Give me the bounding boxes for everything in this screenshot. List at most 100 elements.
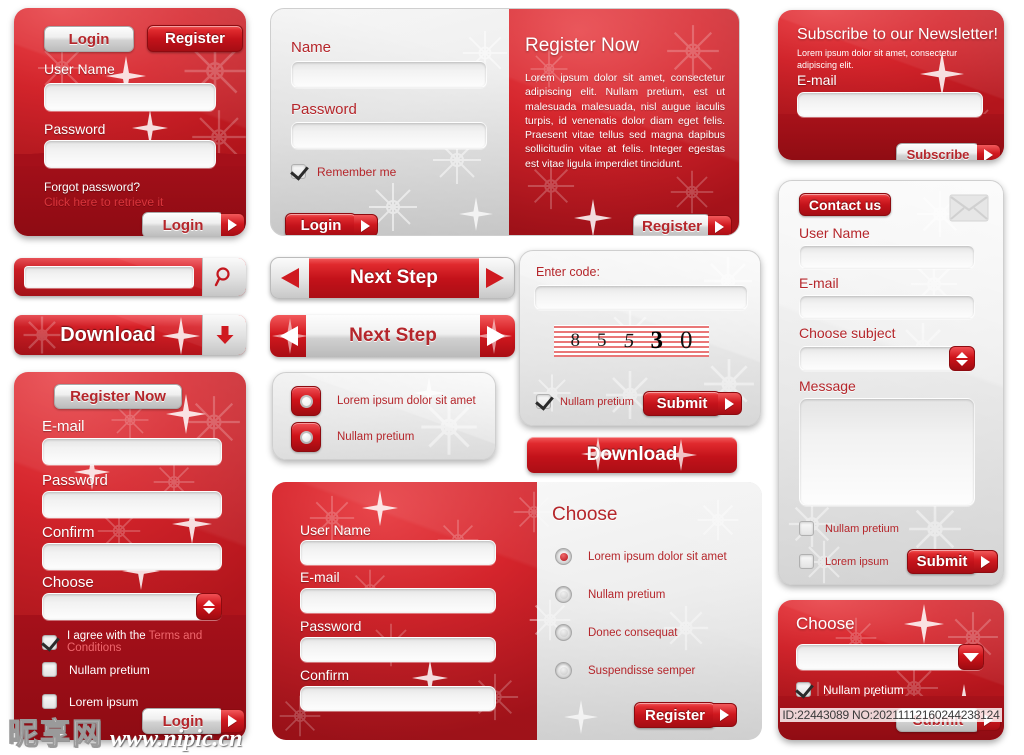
password-input[interactable] bbox=[44, 140, 216, 168]
contact-submit-button[interactable]: Submit bbox=[907, 549, 998, 574]
email-input[interactable] bbox=[42, 438, 222, 465]
email-input[interactable] bbox=[797, 92, 983, 117]
register-button[interactable]: Register bbox=[633, 214, 732, 235]
search-input[interactable] bbox=[24, 266, 194, 288]
agree-terms-checkbox[interactable] bbox=[42, 634, 57, 650]
radio-button-option-1[interactable] bbox=[555, 548, 572, 565]
arrow-right-icon[interactable] bbox=[708, 215, 732, 235]
lorem-ipsum-checkbox[interactable] bbox=[42, 694, 57, 709]
confirm-input[interactable] bbox=[42, 543, 222, 570]
choose-option-row[interactable]: Suspendisse semper bbox=[555, 662, 695, 679]
radio-button-option-2[interactable] bbox=[291, 422, 321, 452]
email-label: E-mail bbox=[42, 418, 85, 435]
agree-terms-label: I agree with the Terms and Conditions bbox=[67, 630, 203, 654]
select-stepper-icon[interactable] bbox=[949, 346, 975, 371]
download-bar[interactable]: Download bbox=[14, 315, 246, 355]
subject-select[interactable] bbox=[799, 346, 975, 371]
password-input[interactable] bbox=[42, 491, 222, 518]
watermark-url-text: www.nipic.cn bbox=[110, 726, 243, 752]
captcha-digit: 5 bbox=[622, 329, 636, 352]
radio-button-option-2[interactable] bbox=[555, 586, 572, 603]
name-input[interactable] bbox=[291, 61, 487, 88]
username-input[interactable] bbox=[799, 245, 975, 269]
username-input[interactable] bbox=[44, 83, 216, 111]
remember-me-checkbox[interactable] bbox=[291, 164, 306, 179]
register-wide-button[interactable]: Register bbox=[634, 702, 737, 728]
arrow-right-icon[interactable] bbox=[977, 144, 1001, 160]
arrow-right-icon[interactable] bbox=[974, 550, 998, 573]
password-input[interactable] bbox=[300, 637, 496, 662]
next-button[interactable] bbox=[484, 258, 506, 298]
retrieve-password-link[interactable]: Click here to retrieve it bbox=[44, 195, 163, 209]
next-step-silver-bar: Next Step bbox=[270, 315, 515, 357]
radio-button-option-3[interactable] bbox=[555, 624, 572, 641]
email-input[interactable] bbox=[799, 295, 975, 319]
message-textarea[interactable] bbox=[799, 398, 975, 506]
radio-button-option-1[interactable] bbox=[291, 386, 321, 416]
download-label: Download bbox=[60, 323, 156, 346]
choose-option-row[interactable]: Donec consequat bbox=[555, 624, 678, 641]
lorem-ipsum-label: Lorem ipsum bbox=[825, 555, 889, 568]
lorem-ipsum-checkbox[interactable] bbox=[799, 554, 814, 569]
choose-option-row[interactable]: Lorem ipsum dolor sit amet bbox=[555, 548, 727, 565]
next-step-label[interactable]: Next Step bbox=[309, 258, 479, 298]
captcha-title: Enter code: bbox=[536, 265, 600, 279]
nullam-pretium-row[interactable]: Nullam pretium bbox=[796, 682, 904, 697]
search-bar bbox=[14, 258, 246, 296]
nullam-pretium-row[interactable]: Nullam pretium bbox=[42, 662, 150, 677]
arrow-right-icon[interactable] bbox=[221, 213, 245, 236]
nullam-pretium-label: Nullam pretium bbox=[825, 522, 899, 535]
password-label: Password bbox=[42, 472, 108, 489]
radio-option-row[interactable]: Nullam pretium bbox=[291, 422, 414, 452]
confirm-input[interactable] bbox=[300, 686, 496, 711]
captcha-input[interactable] bbox=[534, 285, 748, 310]
password-input[interactable] bbox=[291, 122, 487, 149]
login-submit-button[interactable]: Login bbox=[142, 212, 245, 236]
choose-select[interactable] bbox=[796, 644, 984, 670]
chevron-down-icon[interactable] bbox=[958, 644, 984, 670]
nullam-pretium-checkbox[interactable] bbox=[42, 662, 57, 677]
prev-button[interactable] bbox=[279, 258, 301, 298]
select-stepper-icon[interactable] bbox=[196, 593, 222, 620]
captcha-submit-button[interactable]: Submit bbox=[643, 391, 742, 416]
nullam-pretium-checkbox[interactable] bbox=[799, 521, 814, 536]
choose-select[interactable] bbox=[42, 593, 222, 620]
arrow-right-icon[interactable] bbox=[718, 392, 742, 415]
password-label: Password bbox=[291, 101, 357, 118]
tab-register[interactable]: Register bbox=[147, 25, 243, 52]
arrow-right-icon[interactable] bbox=[354, 214, 378, 235]
agree-terms-row[interactable]: I agree with the Terms and Conditions bbox=[42, 630, 246, 654]
choose-title: Choose bbox=[796, 614, 855, 633]
nullam-pretium-checkbox[interactable] bbox=[796, 682, 811, 697]
watermark: 昵享网 www.nipic.cn bbox=[8, 709, 243, 753]
username-input[interactable] bbox=[300, 540, 496, 565]
remember-me-row[interactable]: Remember me bbox=[291, 164, 396, 179]
arrow-right-icon[interactable] bbox=[713, 703, 737, 727]
email-input[interactable] bbox=[300, 588, 496, 613]
arrow-left-icon bbox=[280, 326, 298, 346]
captcha-check-row[interactable]: Nullam pretium bbox=[536, 394, 634, 409]
tab-login[interactable]: Login bbox=[44, 26, 134, 52]
next-step-label[interactable]: Next Step bbox=[306, 315, 480, 357]
email-label: E-mail bbox=[300, 569, 340, 585]
choose-option-row[interactable]: Nullam pretium bbox=[555, 586, 665, 603]
captcha-digit: 0 bbox=[680, 327, 693, 354]
register-title: Register Now bbox=[525, 35, 640, 56]
search-button[interactable] bbox=[202, 258, 246, 296]
contact-check2-row[interactable]: Lorem ipsum bbox=[799, 554, 889, 569]
lorem-ipsum-row[interactable]: Lorem ipsum bbox=[42, 694, 138, 709]
radio-button-option-4[interactable] bbox=[555, 662, 572, 679]
prev-button[interactable] bbox=[278, 315, 300, 357]
contact-check1-row[interactable]: Nullam pretium bbox=[799, 521, 899, 536]
radio-option-row[interactable]: Lorem ipsum dolor sit amet bbox=[291, 386, 476, 416]
contact-title-badge: Contact us bbox=[799, 193, 891, 216]
email-label: E-mail bbox=[797, 72, 837, 88]
nullam-pretium-checkbox[interactable] bbox=[536, 394, 551, 409]
login-button[interactable]: Login bbox=[285, 213, 378, 235]
next-button[interactable] bbox=[485, 315, 507, 357]
watermark-cn-text: 昵享网 bbox=[8, 718, 104, 752]
subscribe-button[interactable]: Subscribe bbox=[896, 143, 1001, 160]
captcha-panel: Enter code: 8 5 5 3 0 Nullam pretium Sub… bbox=[519, 250, 761, 426]
download-icon-button[interactable] bbox=[202, 315, 246, 355]
download-button[interactable]: Download bbox=[527, 437, 737, 473]
